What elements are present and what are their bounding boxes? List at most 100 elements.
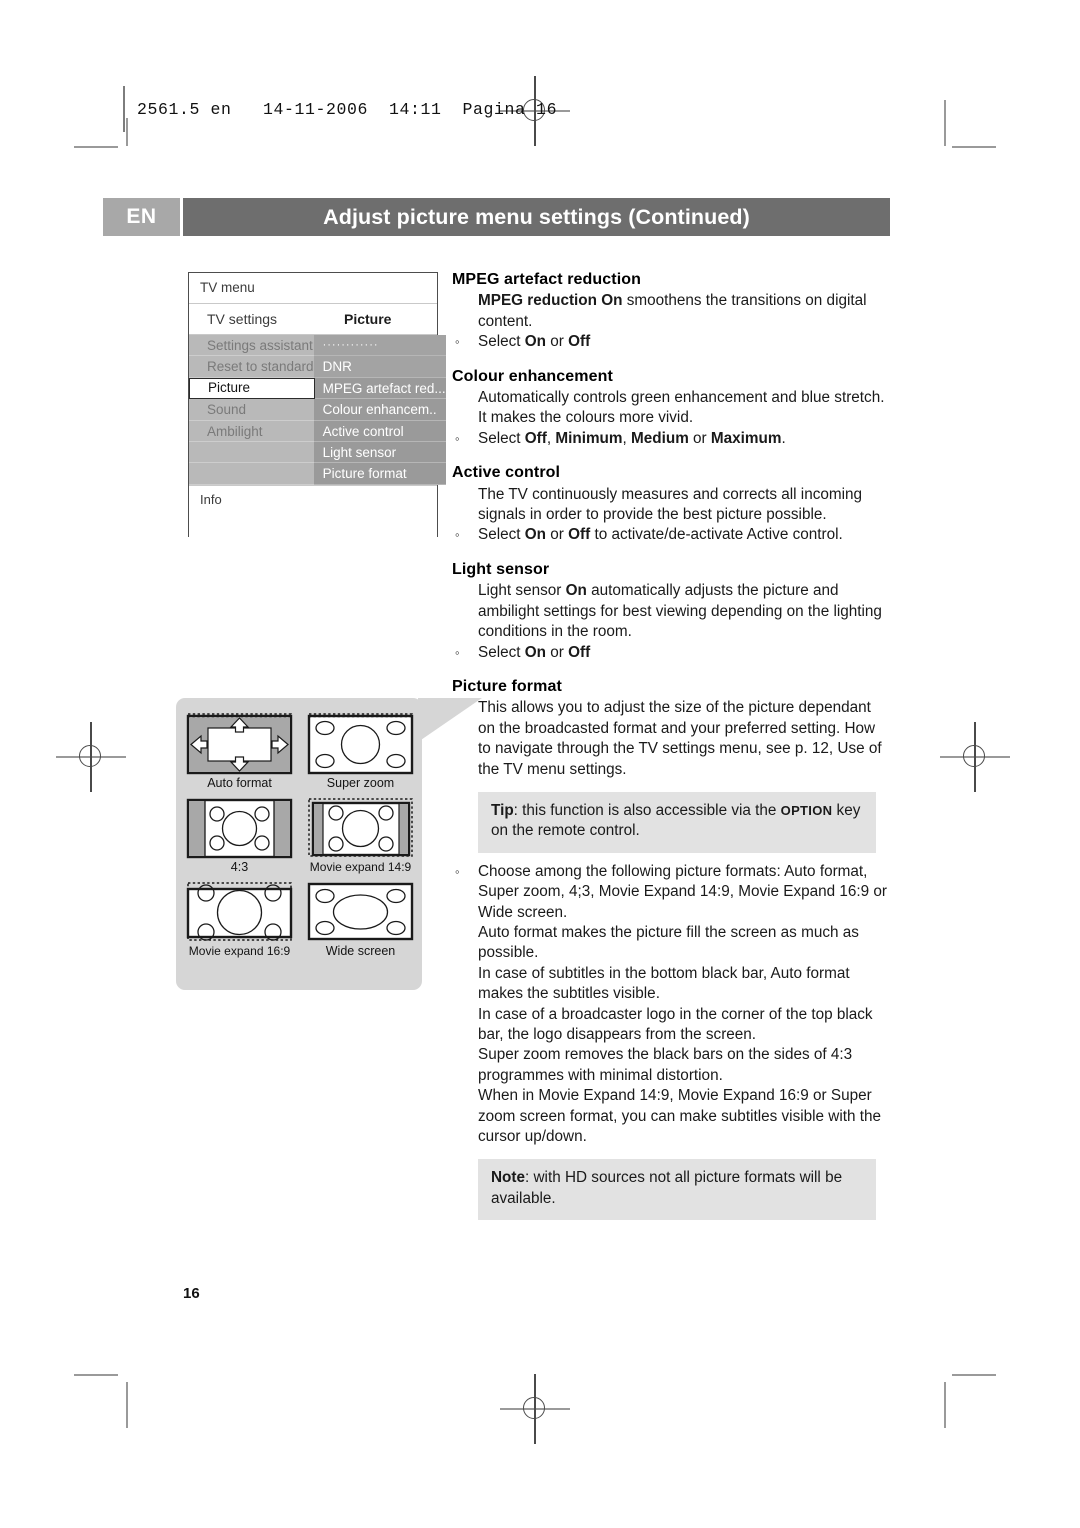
tip-label: Tip — [491, 801, 514, 819]
colour-option-minimum: Minimum — [555, 429, 623, 447]
menu-item-empty-1 — [189, 442, 314, 464]
tv-menu-title: TV menu — [189, 273, 437, 304]
note-label: Note — [491, 1169, 525, 1187]
picture-format-label-wide-screen: Wide screen — [325, 944, 396, 958]
picture-format-label-auto-format: Auto format — [207, 776, 272, 790]
picture-format-diagram-grid: Auto format Super zoom 4:3 Movie expand … — [186, 712, 414, 964]
print-meta-text: 2561.5 en 14-11-2006 14:11 Pagina 16 — [137, 99, 558, 119]
crop-mark-bottom-left-horizontal — [74, 1374, 118, 1376]
paragraph-picture-format-2: Auto format makes the picture fill the s… — [478, 923, 859, 962]
active-control-select-mid: or — [546, 526, 569, 544]
note-text: : with HD sources not all picture format… — [491, 1169, 843, 1207]
crop-mark-bottom-right-horizontal — [952, 1374, 996, 1376]
registration-mark-right-middle — [940, 722, 1010, 792]
heading-colour-enhancement: Colour enhancement — [452, 367, 613, 385]
submenu-item-dnr[interactable]: DNR — [313, 356, 446, 378]
colour-option-off: Off — [524, 429, 547, 447]
picture-format-wide-screen: Wide screen — [307, 880, 414, 958]
colour-sep-3: or — [688, 429, 711, 447]
paragraph-mpeg-body: MPEG reduction On smoothens the transiti… — [478, 291, 892, 332]
menu-item-reset-to-standard[interactable]: Reset to standard — [189, 356, 314, 378]
colour-option-medium: Medium — [631, 429, 689, 447]
crop-mark-top-left-horizontal — [74, 146, 118, 148]
mpeg-select-lead: Select — [478, 333, 525, 351]
tip-text-1: : this function is also accessible via t… — [513, 801, 781, 819]
page-title: Adjust picture menu settings (Continued) — [183, 198, 890, 236]
submenu-item-mpeg-artefact-reduction[interactable]: MPEG artefact red... — [313, 377, 446, 400]
active-control-option-off: Off — [568, 526, 591, 544]
light-sensor-select-lead: Select — [478, 643, 525, 661]
paragraph-colour-body: Automatically controls green enhancement… — [478, 389, 885, 427]
tip-option-key: OPTION — [780, 802, 833, 818]
movie-expand-16-9-diagram-icon — [186, 882, 293, 941]
tv-menu-info: Info — [189, 485, 437, 542]
language-tag: EN — [103, 198, 180, 236]
heading-light-sensor: Light sensor — [452, 560, 550, 578]
submenu-item-active-control[interactable]: Active control — [313, 420, 446, 442]
mpeg-select-mid: or — [546, 333, 569, 351]
active-control-select-lead: Select — [478, 526, 525, 544]
super-zoom-diagram-icon — [307, 713, 414, 775]
crop-mark-top-right-horizontal — [952, 146, 996, 148]
four-three-diagram-icon — [186, 798, 293, 859]
wide-screen-diagram-icon — [307, 882, 414, 941]
tv-menu-mockup: TV menu TV settings Picture Settings ass… — [188, 272, 446, 542]
print-meta-bar: 2561.5 en 14-11-2006 14:11 Pagina 16 — [123, 88, 557, 130]
light-sensor-lead: Light sensor — [478, 582, 566, 600]
picture-format-movie-expand-16-9: Movie expand 16:9 — [186, 880, 293, 958]
active-control-tail: to activate/de-activate Active control. — [590, 526, 843, 544]
main-content: MPEG artefact reduction MPEG reduction O… — [452, 270, 892, 1221]
paragraph-picture-format-body: This allows you to adjust the size of th… — [478, 699, 882, 778]
note-box: Note: with HD sources not all picture fo… — [478, 1159, 876, 1221]
paragraph-picture-format-3: In case of subtitles in the bottom black… — [478, 964, 850, 1003]
page-header: EN Adjust picture menu settings (Continu… — [103, 198, 890, 236]
tip-box: Tip: this function is also accessible vi… — [478, 791, 876, 853]
tv-menu-subheader: TV settings Picture — [189, 304, 437, 335]
mpeg-bold-lead: MPEG reduction On — [478, 292, 623, 310]
picture-format-super-zoom: Super zoom — [307, 712, 414, 790]
picture-format-movie-expand-14-9: Movie expand 14:9 — [307, 796, 414, 874]
tv-settings-label: TV settings — [207, 311, 278, 327]
picture-panel-label: Picture — [344, 311, 392, 327]
submenu-item-colour-enhancement[interactable]: Colour enhancem.. — [313, 399, 446, 421]
paragraph-active-control-body: The TV continuously measures and correct… — [478, 485, 863, 524]
paragraph-light-sensor-body: Light sensor On automatically adjusts th… — [478, 581, 892, 642]
tv-menu-left-column: Settings assistant Reset to standard Pic… — [189, 335, 315, 485]
picture-format-label-movie-expand-14-9: Movie expand 14:9 — [309, 860, 412, 874]
submenu-item-light-sensor[interactable]: Light sensor — [313, 441, 446, 464]
colour-option-maximum: Maximum — [710, 429, 782, 447]
registration-mark-bottom-center — [500, 1374, 570, 1444]
page-number: 16 — [183, 1285, 200, 1302]
bullet-colour-select: Select Off, Minimum, Medium or Maximum. — [455, 429, 892, 450]
movie-expand-14-9-diagram-icon — [308, 798, 413, 857]
menu-item-sound[interactable]: Sound — [189, 399, 314, 421]
mpeg-option-off: Off — [568, 333, 591, 351]
bullet-picture-format-choose: Choose among the following picture forma… — [455, 862, 892, 923]
bullet-mpeg-select: Select On or Off — [455, 332, 892, 353]
picture-format-4-3: 4:3 — [186, 796, 293, 874]
bullet-light-sensor-select: Select On or Off — [455, 643, 892, 664]
picture-format-label-4-3: 4:3 — [230, 860, 249, 874]
heading-picture-format: Picture format — [452, 677, 562, 695]
crop-mark-bottom-right-vertical — [944, 1382, 946, 1428]
colour-tail: . — [781, 429, 786, 447]
paragraph-picture-format-5: Super zoom removes the black bars on the… — [478, 1046, 853, 1084]
light-sensor-option-on: On — [524, 643, 547, 661]
light-sensor-bold-on: On — [565, 582, 587, 600]
picture-format-label-super-zoom: Super zoom — [326, 776, 395, 790]
menu-item-ambilight[interactable]: Ambilight — [189, 421, 314, 442]
paragraph-picture-format-4: In case of a broadcaster logo in the cor… — [478, 1005, 873, 1043]
bullet-active-control-select: Select On or Off to activate/de-activate… — [455, 525, 892, 546]
paragraph-picture-format-6: When in Movie Expand 14:9, Movie Expand … — [478, 1087, 881, 1146]
menu-item-settings-assistant[interactable]: Settings assistant — [189, 335, 314, 357]
registration-mark-left-middle — [56, 722, 126, 792]
light-sensor-select-mid: or — [546, 643, 569, 661]
colour-sep-2: , — [622, 429, 631, 447]
heading-active-control: Active control — [452, 464, 561, 482]
menu-item-picture[interactable]: Picture — [189, 377, 315, 400]
crop-mark-top-right-vertical — [944, 100, 946, 146]
mpeg-option-on: On — [524, 333, 547, 351]
picture-format-auto-format: Auto format — [186, 712, 293, 790]
submenu-item-dots: ············ — [313, 335, 446, 357]
submenu-item-picture-format[interactable]: Picture format — [313, 463, 446, 485]
